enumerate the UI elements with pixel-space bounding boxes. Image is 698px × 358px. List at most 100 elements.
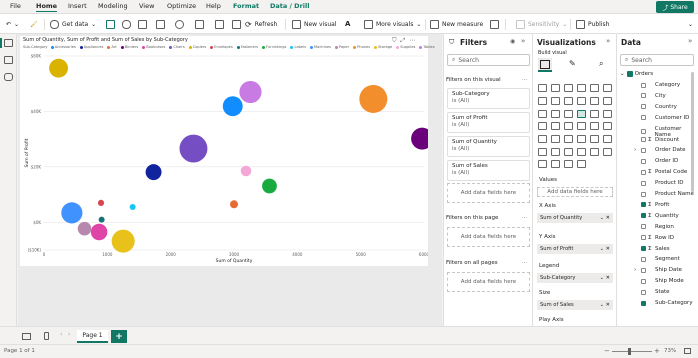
report-view-icon[interactable] [4,39,13,47]
get-data-button[interactable]: Get data ⌄ [50,18,96,30]
field-checkbox[interactable] [641,115,646,121]
data-point-furnishings[interactable] [262,178,277,194]
visual-type-icon[interactable] [564,160,573,168]
field-checkbox[interactable] [641,191,646,197]
field-row-id[interactable]: Σ Row ID [634,235,674,241]
field-well-drop-zone[interactable]: Add data fields here [537,187,613,197]
visual-type-icon[interactable] [538,84,547,92]
visual-type-icon[interactable] [603,148,612,156]
visual-type-icon[interactable] [603,135,612,143]
visual-type-icon[interactable] [590,148,599,156]
visual-type-icon[interactable] [564,148,573,156]
field-checkbox[interactable] [641,93,646,99]
field-country[interactable]: Country [634,104,677,110]
menu-insert[interactable]: Insert [68,2,87,10]
remove-field-icon[interactable]: ⌄ ✕ [600,275,610,281]
menu-optimize[interactable]: Optimize [167,2,196,10]
ribbon-collapse-button[interactable]: ⌄ [688,18,693,30]
enter-data-button[interactable] [156,18,165,30]
field-well-item[interactable]: Sub-Category ⌄ ✕ [537,273,613,283]
visual-type-icon[interactable] [551,160,560,168]
field-checkbox[interactable] [641,169,646,175]
visual-type-icon[interactable] [538,148,547,156]
zoom-slider-thumb[interactable] [628,348,631,355]
filter-card[interactable]: Sub-Category is (All) [447,88,530,109]
visual-type-icon[interactable] [564,84,573,92]
new-visual-button[interactable]: New visual [292,18,336,30]
field-well-item[interactable]: Sum of Profit ⌄ ✕ [537,244,613,254]
visual-type-icon[interactable] [577,97,586,105]
chevron-right-icon[interactable]: › [68,331,70,338]
quick-measure-button[interactable] [490,18,499,30]
field-checkbox[interactable] [641,235,646,241]
field-state[interactable]: State [634,289,670,295]
scrollbar[interactable] [691,72,694,192]
new-measure-button[interactable]: New measure [430,18,483,30]
visual-type-icon[interactable] [603,122,612,130]
field-checkbox[interactable] [641,180,646,186]
data-search-input[interactable]: ⌕ Search [620,54,694,66]
more-visuals-button[interactable]: More visuals ⌄ [364,18,421,30]
sql-button[interactable] [122,18,131,30]
visual-type-icon[interactable] [577,110,586,118]
data-point-art[interactable] [229,200,239,209]
menu-file[interactable]: File [10,2,21,10]
field-profit[interactable]: Σ Profit [634,202,669,208]
field-checkbox[interactable] [641,202,646,208]
menu-view[interactable]: View [139,2,154,10]
field-checkbox[interactable] [641,224,646,230]
visual-type-icon[interactable] [577,160,586,168]
visual-type-icon[interactable] [564,110,573,118]
visual-type-icon[interactable] [603,84,612,92]
data-point-storage[interactable] [111,229,135,253]
field-checkbox[interactable] [641,137,646,142]
refresh-button[interactable]: ⟳ Refresh [245,18,277,30]
onelake-button[interactable] [138,18,147,30]
chevron-right-icon[interactable]: › [634,147,639,153]
text-box-button[interactable]: A [345,18,350,30]
field-city[interactable]: City [634,93,666,99]
filter-drop-zone-page[interactable]: Add data fields here [447,227,530,247]
field-product-id[interactable]: Product ID [634,180,684,186]
sensitivity-button[interactable]: Sensitivity ⌄ [516,18,567,30]
visual-type-icon[interactable] [603,97,612,105]
field-ship-mode[interactable]: Ship Mode [634,278,684,284]
desktop-layout-icon[interactable] [22,333,31,340]
field-sub-category[interactable]: Sub-Category [634,300,693,306]
field-order-id[interactable]: Order ID [634,158,678,164]
menu-help[interactable]: Help [206,2,221,10]
visual-type-icon[interactable] [564,122,573,130]
visual-type-icon[interactable] [538,110,547,118]
undo-button[interactable]: ↶ ⌄ [6,18,19,30]
data-point-envelopes[interactable] [97,199,105,206]
visual-type-icon[interactable] [551,135,560,143]
zoom-out-icon[interactable]: − [604,347,610,355]
visual-type-icon[interactable] [590,135,599,143]
tab-page-1[interactable]: Page 1 [77,330,108,343]
data-point-bookcases[interactable] [90,223,108,241]
visual-type-icon[interactable] [564,135,573,143]
filter-drop-zone-all-pages[interactable]: Add data fields here [447,272,530,292]
share-button[interactable]: ⤴ Share [656,1,694,13]
menu-format[interactable]: Format [233,2,259,10]
data-point-accessories[interactable] [222,96,243,117]
field-checkbox[interactable] [641,289,646,295]
field-checkbox[interactable] [641,256,646,262]
chevron-right-icon[interactable]: › [634,267,639,273]
menu-home[interactable]: Home [36,2,58,12]
field-discount[interactable]: Σ Discount [634,137,679,143]
collapse-pane-icon[interactable]: » [688,37,692,45]
visual-type-icon[interactable] [577,135,586,143]
field-order-date[interactable]: › Order Date [634,147,686,153]
field-customer-id[interactable]: Customer ID [634,115,689,121]
field-checkbox[interactable] [641,147,646,153]
field-postal-code[interactable]: Σ Postal Code [634,169,687,175]
data-point-machines[interactable] [61,202,83,224]
data-point-chairs[interactable] [179,134,208,163]
data-point-supplies[interactable] [240,165,252,177]
data-point-binders[interactable] [411,127,428,150]
visual-type-icon[interactable] [564,97,573,105]
visual-type-icon[interactable] [551,148,560,156]
eye-icon[interactable]: ◉ [510,38,515,45]
data-point-labels[interactable] [129,204,136,211]
